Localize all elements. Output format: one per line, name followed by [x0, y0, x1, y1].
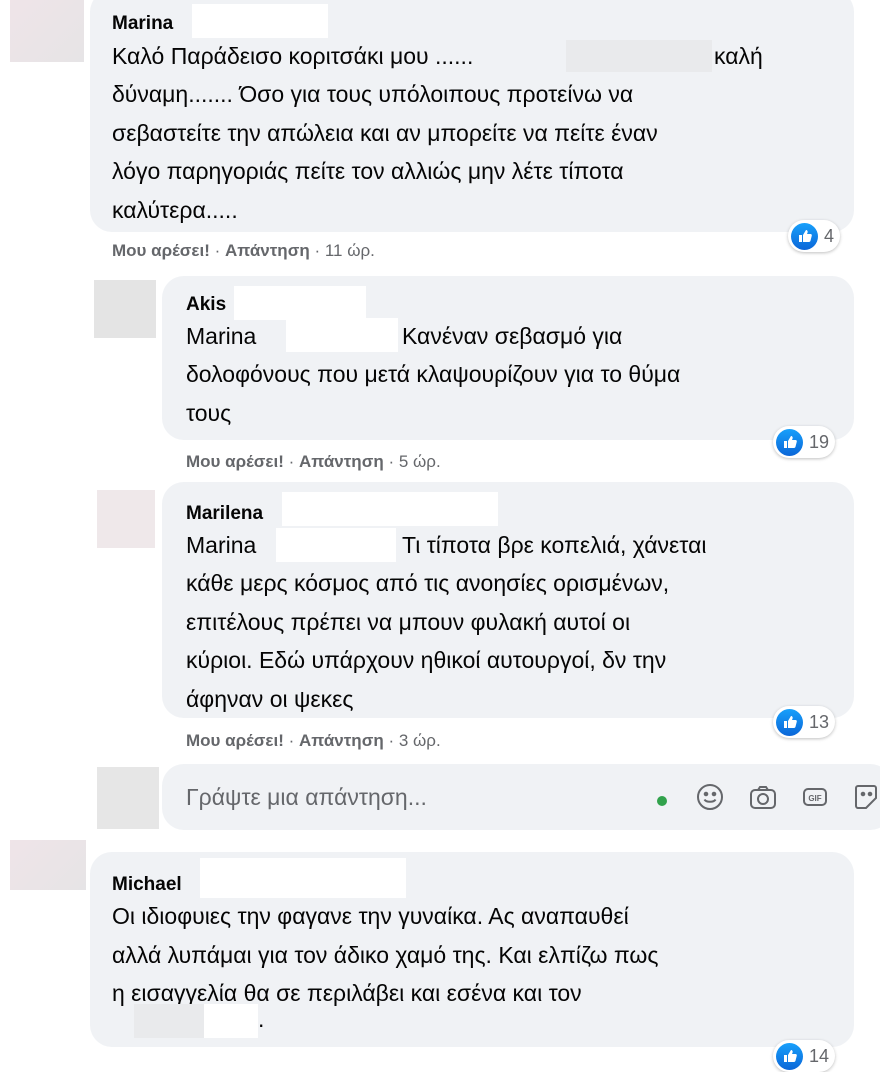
comment-actions: Μου αρέσει! · Απάντηση · 5 ώρ. — [186, 452, 441, 471]
like-icon — [776, 708, 803, 736]
redacted-name — [200, 858, 406, 898]
reaction-count[interactable]: 4 — [788, 220, 841, 252]
comment-text-tail: . — [258, 1006, 265, 1032]
like-button[interactable]: Μου αρέσει! — [112, 241, 210, 260]
comment-author[interactable]: Marina — [112, 13, 173, 35]
avatar[interactable] — [94, 280, 156, 338]
comment-actions: Μου αρέσει! · Απάντηση · 11 ώρ. — [112, 241, 375, 260]
like-icon — [791, 222, 818, 250]
reply-button[interactable]: Απάντηση — [299, 452, 384, 471]
comment-author[interactable]: Marilena — [186, 503, 263, 525]
reaction-count[interactable]: 14 — [773, 1040, 836, 1072]
reply-button[interactable]: Απάντηση — [299, 731, 384, 750]
reaction-count[interactable]: 13 — [773, 706, 836, 738]
timestamp[interactable]: 5 ώρ. — [399, 452, 441, 471]
redacted-name — [192, 4, 328, 38]
emoji-icon[interactable] — [695, 782, 725, 812]
like-button[interactable]: Μου αρέσει! — [186, 731, 284, 750]
redacted-text — [134, 1004, 204, 1038]
comment-text: Τι τίποτα βρε κοπελιά, χάνεται — [402, 532, 707, 558]
comment-author[interactable]: Akis — [186, 294, 226, 316]
gif-icon[interactable]: GIF — [800, 782, 830, 812]
comment-text-body: κάθε μερς κόσμος από τις ανοησίες ορισμέ… — [186, 570, 670, 712]
avatar[interactable] — [10, 0, 84, 62]
comment-text-continued: καλή — [714, 43, 763, 69]
like-button[interactable]: Μου αρέσει! — [186, 452, 284, 471]
svg-text:GIF: GIF — [808, 794, 821, 803]
redacted-mention — [286, 318, 398, 352]
timestamp[interactable]: 3 ώρ. — [399, 731, 441, 750]
redacted-name — [282, 492, 498, 526]
redacted-name — [234, 286, 366, 320]
comment-text: Κανέναν σεβασμό για — [402, 323, 623, 349]
reply-placeholder: Γράψτε μια απάντηση... — [186, 784, 427, 810]
avatar — [97, 767, 159, 829]
reaction-count[interactable]: 19 — [773, 426, 836, 458]
like-icon — [776, 428, 803, 456]
reply-button[interactable]: Απάντηση — [225, 241, 310, 260]
timestamp[interactable]: 11 ώρ. — [325, 241, 375, 260]
mention-link[interactable]: Marina — [186, 317, 256, 356]
comment-actions: Μου αρέσει! · Απάντηση · 3 ώρ. — [186, 731, 441, 750]
redacted-text — [566, 40, 712, 72]
comment-text-body: δύναμη....... Όσο για τους υπόλοιπους πρ… — [112, 81, 658, 223]
mention-link[interactable]: Marina — [186, 526, 256, 565]
avatar[interactable] — [10, 840, 86, 890]
sticker-icon[interactable] — [852, 782, 880, 812]
redacted-text — [204, 1004, 258, 1038]
avatar[interactable] — [97, 490, 155, 548]
comment-text-body: δολοφόνους που μετά κλαψουρίζουν για το … — [186, 361, 681, 426]
like-icon — [776, 1042, 803, 1070]
comment-text: Οι ιδιοφυιες την φαγανε την γυναίκα. Ας … — [112, 903, 659, 1006]
comment-author[interactable]: Michael — [112, 874, 182, 896]
camera-icon[interactable] — [748, 782, 778, 812]
redacted-mention — [276, 528, 396, 562]
online-status-dot — [657, 796, 667, 806]
